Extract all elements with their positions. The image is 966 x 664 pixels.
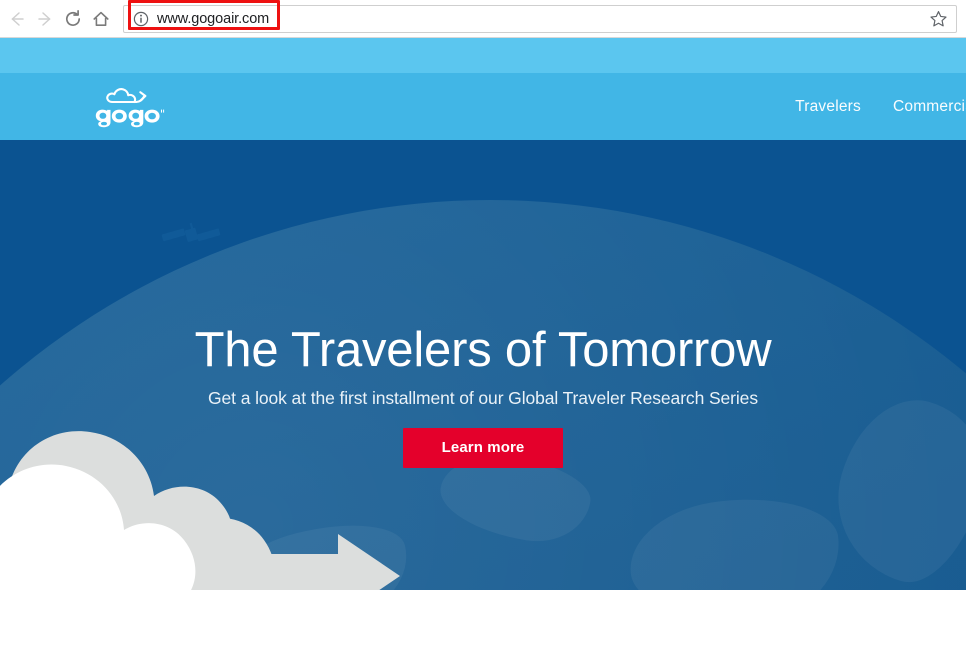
info-circle-icon[interactable]	[133, 11, 149, 27]
learn-more-button[interactable]: Learn more	[403, 428, 563, 468]
arrow-right-icon	[35, 9, 55, 29]
reload-button[interactable]	[59, 5, 87, 33]
webpage-viewport: Travelers Commercial Avia	[0, 38, 966, 664]
home-icon	[91, 9, 111, 29]
home-button[interactable]	[87, 5, 115, 33]
arrow-left-icon	[7, 9, 27, 29]
hero-cta-container: Learn more	[0, 428, 966, 468]
browser-toolbar: www.gogoair.com	[0, 0, 966, 38]
toolbar-divider	[0, 37, 966, 38]
address-bar-container: www.gogoair.com	[123, 0, 957, 33]
back-button[interactable]	[3, 5, 31, 33]
forward-button[interactable]	[31, 5, 59, 33]
hero-title: The Travelers of Tomorrow	[194, 323, 772, 377]
url-text[interactable]: www.gogoair.com	[157, 11, 269, 27]
address-bar[interactable]: www.gogoair.com	[123, 5, 957, 33]
hero-content: The Travelers of Tomorrow Get a look at …	[0, 140, 966, 590]
browser-window: www.gogoair.com Travelers Commerci The T…	[0, 0, 966, 664]
below-hero-white-area	[0, 590, 966, 664]
main-navigation: Travelers Commercial Avia	[795, 73, 966, 140]
star-outline-icon[interactable]	[929, 10, 948, 29]
nav-item-travelers[interactable]: Travelers	[795, 98, 861, 116]
gogo-logo[interactable]	[95, 85, 167, 131]
site-header: Travelers Commercial Avia	[0, 73, 966, 140]
hero-subtitle: Get a look at the first installment of o…	[208, 388, 758, 408]
gogo-cloud-arrow-logo	[95, 85, 167, 131]
reload-icon	[63, 9, 83, 29]
hero-banner: The Travelers of Tomorrow Get a look at …	[0, 140, 966, 590]
top-utility-strip	[0, 38, 966, 73]
nav-item-commercial-aviation[interactable]: Commercial Avia	[893, 98, 966, 116]
